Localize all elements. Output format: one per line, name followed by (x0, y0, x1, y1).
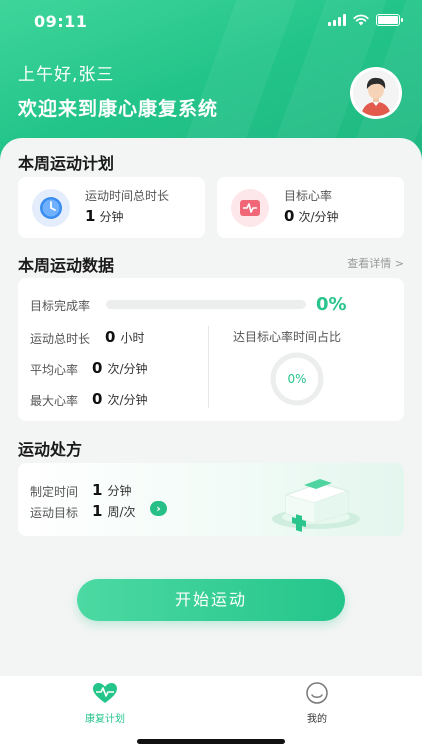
avg-heart-rate-label: 平均心率 (30, 363, 79, 377)
cellular-signal-icon (328, 14, 346, 26)
completion-percent: 0% (316, 294, 347, 315)
status-bar: 09:11 (0, 0, 422, 44)
clock-icon (32, 189, 70, 227)
target-hr-ratio-label: 达目标心率时间占比 (233, 330, 342, 344)
max-heart-rate-value: 0 次/分钟 (92, 390, 148, 408)
home-indicator (137, 739, 285, 744)
tab-mine-label: 我的 (307, 714, 327, 725)
heart-rate-value: 0 次/分钟 (284, 207, 339, 225)
duration-label: 运动时间总时长 (85, 189, 170, 203)
avg-heart-rate-value: 0 次/分钟 (92, 359, 148, 377)
avatar[interactable] (350, 67, 402, 119)
greeting-text: 上午好,张三 (18, 65, 115, 85)
smiley-face-icon (306, 682, 328, 704)
target-heart-rate-card[interactable]: 目标心率 0 次/分钟 (217, 177, 404, 238)
divider (208, 326, 209, 408)
tab-mine[interactable]: 我的 (277, 682, 357, 725)
exercise-goal-label: 运动目标 (30, 506, 79, 520)
duration-card[interactable]: 运动时间总时长 1 分钟 (18, 177, 205, 238)
target-hr-ratio-value: 0% (287, 372, 307, 386)
weekly-plan-title: 本周运动计划 (18, 154, 115, 173)
chevron-right-icon[interactable]: › (150, 501, 167, 516)
heart-rate-label: 目标心率 (284, 189, 333, 203)
prescription-card[interactable]: 制定时间 1 分钟 运动目标 1 周/次 › (18, 463, 404, 536)
medical-kit-icon (272, 479, 360, 532)
weekly-data-card: 目标完成率 0% 运动总时长 0 小时 平均心率 0 次/分钟 最大心率 0 次/分钟… (18, 278, 404, 421)
exercise-goal-value: 1 周/次 (92, 502, 136, 520)
prescription-title: 运动处方 (18, 440, 83, 459)
total-duration-label: 运动总时长 (30, 332, 91, 346)
view-details-link[interactable]: 查看详情 > (347, 255, 404, 271)
heart-monitor-icon (231, 189, 269, 227)
completion-progress-bar (106, 300, 306, 309)
duration-value: 1 分钟 (85, 207, 124, 225)
battery-icon (376, 14, 403, 26)
max-heart-rate-label: 最大心率 (30, 394, 79, 408)
heart-pulse-icon (93, 683, 117, 703)
total-duration-value: 0 小时 (105, 328, 145, 346)
start-exercise-button[interactable]: 开始运动 (77, 579, 345, 621)
set-time-label: 制定时间 (30, 485, 79, 499)
welcome-title: 欢迎来到康心康复系统 (18, 98, 219, 120)
tab-rehab-plan-label: 康复计划 (85, 714, 125, 725)
weekly-data-title: 本周运动数据 (18, 256, 115, 275)
set-time-value: 1 分钟 (92, 481, 132, 499)
wifi-icon (353, 14, 369, 26)
tab-rehab-plan[interactable]: 康复计划 (65, 682, 145, 725)
user-avatar-icon (353, 70, 399, 116)
status-time: 09:11 (34, 12, 88, 31)
completion-rate-label: 目标完成率 (30, 299, 91, 313)
